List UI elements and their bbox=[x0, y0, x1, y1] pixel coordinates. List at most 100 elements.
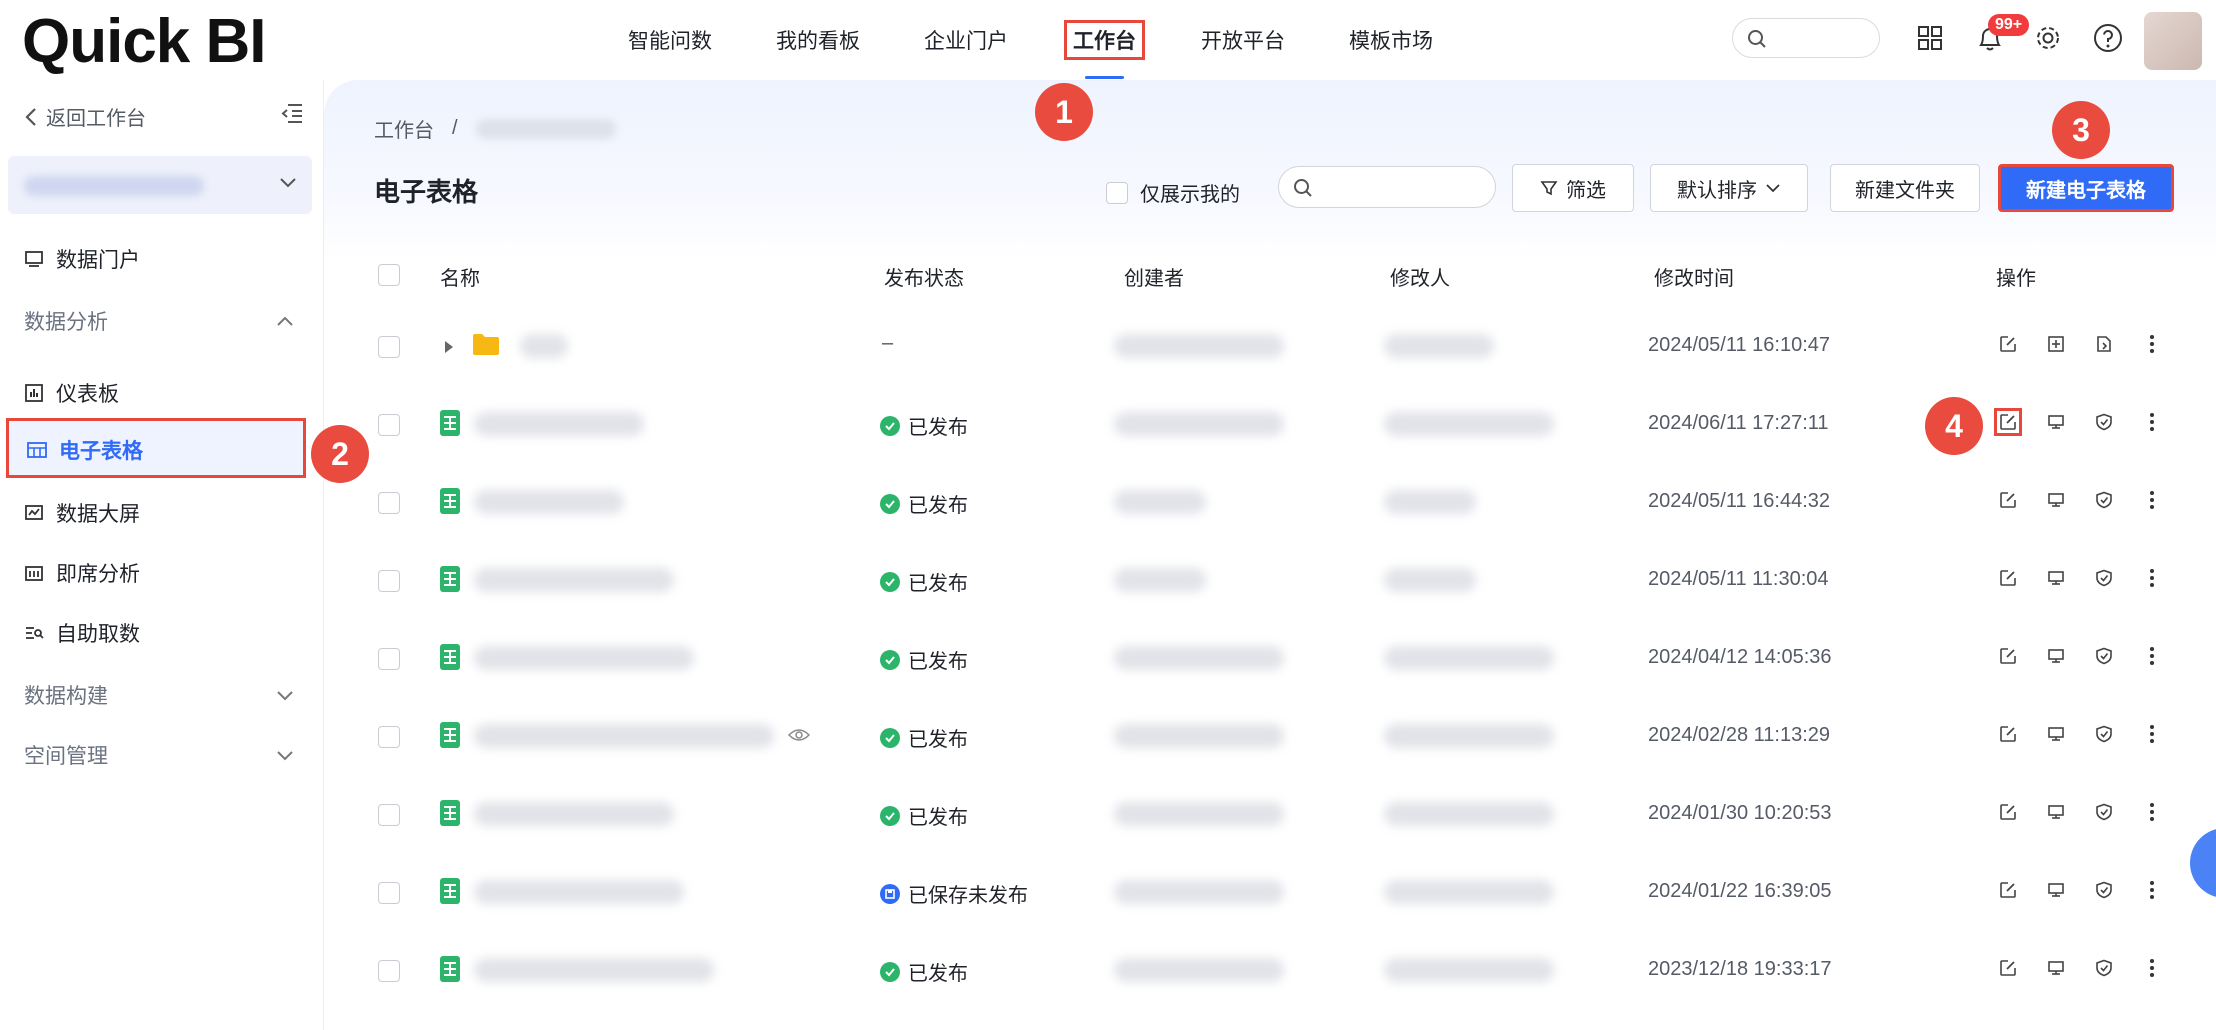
preview-monitor-icon[interactable] bbox=[2042, 954, 2070, 982]
table-row[interactable]: 已保存未发布 2024/01/22 16:39:05 bbox=[324, 854, 2216, 932]
new-folder-button[interactable]: 新建文件夹 bbox=[1830, 164, 1980, 212]
more-options-icon[interactable] bbox=[2138, 408, 2166, 436]
more-options-icon[interactable] bbox=[2138, 642, 2166, 670]
help-icon[interactable] bbox=[2090, 20, 2126, 56]
edit-icon[interactable] bbox=[1994, 954, 2022, 982]
permission-shield-icon[interactable] bbox=[2090, 720, 2118, 748]
breadcrumb-workbench[interactable]: 工作台 bbox=[374, 114, 434, 143]
item-name-redacted[interactable] bbox=[474, 490, 624, 514]
row-checkbox[interactable] bbox=[378, 882, 400, 904]
edit-icon[interactable] bbox=[1994, 876, 2022, 904]
apps-grid-icon[interactable] bbox=[1912, 20, 1948, 56]
sidebar-group-data-build[interactable]: 数据构建 bbox=[24, 680, 294, 710]
expand-caret-icon[interactable] bbox=[444, 340, 454, 354]
permission-shield-icon[interactable] bbox=[2090, 564, 2118, 592]
add-item-icon[interactable] bbox=[2042, 330, 2070, 358]
row-checkbox[interactable] bbox=[378, 648, 400, 670]
preview-monitor-icon[interactable] bbox=[2042, 408, 2070, 436]
row-checkbox[interactable] bbox=[378, 726, 400, 748]
nav-smart-qa[interactable]: 智能问数 bbox=[620, 21, 720, 59]
sidebar-item-data-portal[interactable]: 数据门户 bbox=[24, 244, 140, 274]
sidebar-item-adhoc[interactable]: 即席分析 bbox=[24, 558, 140, 588]
sidebar-item-dashboard[interactable]: 仪表板 bbox=[24, 378, 119, 408]
more-options-icon[interactable] bbox=[2138, 798, 2166, 826]
edit-icon[interactable] bbox=[1994, 564, 2022, 592]
permission-shield-icon[interactable] bbox=[2090, 642, 2118, 670]
table-row[interactable]: 已发布 2024/01/30 10:20:53 bbox=[324, 776, 2216, 854]
preview-monitor-icon[interactable] bbox=[2042, 798, 2070, 826]
permission-shield-icon[interactable] bbox=[2090, 408, 2118, 436]
only-mine-toggle[interactable]: 仅展示我的 bbox=[1106, 178, 1240, 207]
edit-icon[interactable] bbox=[1994, 486, 2022, 514]
table-row[interactable]: 已发布 2024/05/11 16:44:32 bbox=[324, 464, 2216, 542]
row-checkbox[interactable] bbox=[378, 336, 400, 358]
only-mine-checkbox[interactable] bbox=[1106, 181, 1128, 204]
permission-shield-icon[interactable] bbox=[2090, 954, 2118, 982]
row-checkbox[interactable] bbox=[378, 960, 400, 982]
row-checkbox[interactable] bbox=[378, 570, 400, 592]
item-name-redacted[interactable] bbox=[474, 802, 674, 826]
preview-monitor-icon[interactable] bbox=[2042, 720, 2070, 748]
table-row[interactable]: 已发布 2024/02/28 11:13:29 bbox=[324, 698, 2216, 776]
permission-shield-icon[interactable] bbox=[2090, 798, 2118, 826]
more-options-icon[interactable] bbox=[2138, 486, 2166, 514]
item-name-redacted[interactable] bbox=[474, 412, 644, 436]
edit-icon[interactable] bbox=[1994, 330, 2022, 358]
select-all-checkbox[interactable] bbox=[378, 264, 400, 286]
edit-icon[interactable] bbox=[1994, 798, 2022, 826]
permission-shield-icon[interactable] bbox=[2090, 486, 2118, 514]
item-name-redacted[interactable] bbox=[474, 880, 684, 904]
list-search-input[interactable] bbox=[1278, 166, 1496, 208]
more-options-icon[interactable] bbox=[2138, 330, 2166, 358]
more-options-icon[interactable] bbox=[2138, 720, 2166, 748]
preview-monitor-icon[interactable] bbox=[2042, 564, 2070, 592]
table-row[interactable]: 已发布 2024/04/12 14:05:36 bbox=[324, 620, 2216, 698]
item-name-redacted[interactable] bbox=[474, 568, 674, 592]
preview-monitor-icon[interactable] bbox=[2042, 876, 2070, 904]
table-row[interactable]: 已发布 2023/12/18 19:33:17 bbox=[324, 932, 2216, 1010]
collapse-sidebar-icon[interactable] bbox=[280, 102, 304, 129]
more-options-icon[interactable] bbox=[2138, 564, 2166, 592]
new-spreadsheet-button[interactable]: 新建电子表格 bbox=[1998, 164, 2174, 212]
back-to-workbench-link[interactable]: 返回工作台 bbox=[24, 102, 146, 131]
row-checkbox[interactable] bbox=[378, 414, 400, 436]
row-checkbox[interactable] bbox=[378, 804, 400, 826]
sidebar-group-space-mgmt[interactable]: 空间管理 bbox=[24, 740, 294, 770]
sidebar-item-spreadsheet[interactable]: 电子表格 bbox=[6, 418, 306, 478]
item-name-redacted[interactable] bbox=[474, 724, 774, 748]
col-creator[interactable]: 创建者 bbox=[1124, 262, 1184, 291]
col-status[interactable]: 发布状态 bbox=[884, 262, 964, 291]
col-modified-time[interactable]: 修改时间 bbox=[1654, 262, 1734, 291]
table-row[interactable]: 已发布 2024/05/11 11:30:04 bbox=[324, 542, 2216, 620]
user-avatar[interactable] bbox=[2144, 12, 2202, 70]
row-checkbox[interactable] bbox=[378, 492, 400, 514]
edit-icon[interactable] bbox=[1994, 408, 2022, 436]
col-modifier[interactable]: 修改人 bbox=[1390, 262, 1450, 291]
more-options-icon[interactable] bbox=[2138, 876, 2166, 904]
quick-bi-logo[interactable]: Quick BI bbox=[22, 6, 267, 77]
sidebar-item-self-service[interactable]: 自助取数 bbox=[24, 618, 140, 648]
workspace-selector[interactable] bbox=[8, 156, 312, 214]
filter-button[interactable]: 筛选 bbox=[1512, 164, 1634, 212]
permission-shield-icon[interactable] bbox=[2090, 876, 2118, 904]
preview-monitor-icon[interactable] bbox=[2042, 642, 2070, 670]
nav-enterprise-portal[interactable]: 企业门户 bbox=[916, 21, 1016, 59]
more-options-icon[interactable] bbox=[2138, 954, 2166, 982]
col-name[interactable]: 名称 bbox=[440, 262, 480, 291]
sort-dropdown[interactable]: 默认排序 bbox=[1650, 164, 1808, 212]
edit-icon[interactable] bbox=[1994, 642, 2022, 670]
item-name-redacted[interactable] bbox=[474, 646, 694, 670]
sidebar-item-big-screen[interactable]: 数据大屏 bbox=[24, 498, 140, 528]
edit-icon[interactable] bbox=[1994, 720, 2022, 748]
nav-open-platform[interactable]: 开放平台 bbox=[1193, 21, 1293, 59]
move-file-icon[interactable] bbox=[2090, 330, 2118, 358]
item-name-redacted[interactable] bbox=[474, 958, 714, 982]
table-row[interactable]: – 2024/05/11 16:10:47 bbox=[324, 308, 2216, 386]
item-name-redacted[interactable] bbox=[520, 334, 568, 358]
eye-icon[interactable] bbox=[788, 728, 810, 742]
nav-my-dashboard[interactable]: 我的看板 bbox=[768, 21, 868, 59]
sidebar-group-data-analysis[interactable]: 数据分析 bbox=[24, 306, 294, 336]
preview-monitor-icon[interactable] bbox=[2042, 486, 2070, 514]
gear-icon[interactable] bbox=[2030, 20, 2066, 56]
nav-template-market[interactable]: 模板市场 bbox=[1341, 21, 1441, 59]
